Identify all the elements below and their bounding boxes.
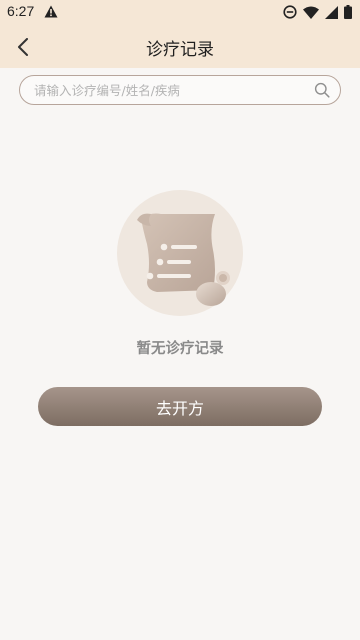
empty-state-message: 暂无诊疗记录 bbox=[136, 341, 224, 357]
search-input[interactable] bbox=[34, 76, 314, 104]
alert-icon bbox=[44, 5, 58, 18]
wifi-icon bbox=[303, 6, 319, 19]
scroll-document-icon bbox=[137, 213, 230, 306]
search-bar bbox=[19, 75, 341, 105]
signal-icon bbox=[325, 5, 338, 19]
search-icon[interactable] bbox=[314, 82, 330, 98]
empty-state-illustration bbox=[117, 190, 243, 316]
battery-icon bbox=[344, 5, 352, 19]
app-header: 6:27 诊疗记录 bbox=[0, 0, 360, 68]
status-icons bbox=[283, 4, 352, 20]
status-time: 6:27 bbox=[7, 3, 35, 19]
screen: 6:27 诊疗记录 请输入诊疗编号/姓名/疾病 暂无诊疗记录 去开方 bbox=[0, 0, 360, 640]
page-title: 诊疗记录 bbox=[146, 40, 214, 60]
prescribe-button[interactable]: 去开方 bbox=[38, 387, 322, 426]
do-not-disturb-icon bbox=[283, 5, 297, 19]
